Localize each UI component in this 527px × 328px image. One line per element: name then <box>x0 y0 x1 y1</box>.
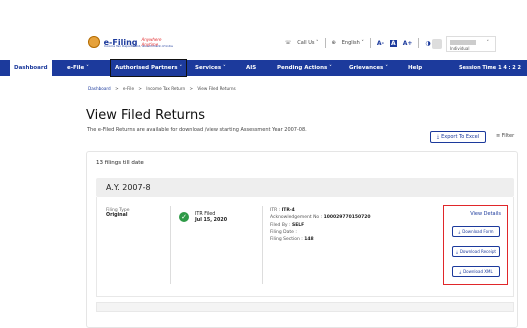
nav-services[interactable]: Services ˅ <box>195 60 226 76</box>
filing-actions: View Details ⤓ Download Form ⤓ Download … <box>443 205 508 285</box>
breadcrumb: Dashboard > e-File > Income Tax Return >… <box>88 86 239 91</box>
breadcrumb-efile[interactable]: e-File <box>123 86 134 91</box>
nav-pending-actions[interactable]: Pending Actions ˅ <box>277 60 332 76</box>
breadcrumb-separator: > <box>189 86 193 91</box>
contrast-icon[interactable]: ◑ <box>425 40 430 47</box>
avatar[interactable] <box>432 39 442 49</box>
filter-button[interactable]: ≡ Filter <box>496 133 514 139</box>
divider <box>369 38 371 48</box>
download-icon: ⤓ <box>458 229 461 234</box>
export-to-excel-button[interactable]: ⤓ Export To Excel <box>430 131 486 143</box>
nav-dashboard[interactable]: Dashboard <box>10 60 52 76</box>
site-header: e-Filing Anywhere Anytime Income Tax Dep… <box>0 0 527 58</box>
next-filing-row <box>96 302 514 312</box>
user-role: Individual <box>450 46 470 51</box>
breadcrumb-separator: > <box>138 86 142 91</box>
download-form-button[interactable]: ⤓ Download Form <box>452 226 500 237</box>
filing-status: ✓ ITR Filed Jul 15, 2020 <box>179 212 227 224</box>
page-title: View Filed Returns <box>86 108 206 123</box>
filter-icon: ≡ <box>496 133 501 139</box>
user-menu[interactable]: ˅ Individual <box>446 36 496 52</box>
call-us-dropdown[interactable]: Call Us ˅ <box>297 40 318 46</box>
ack-number: 100029770150720 <box>323 215 371 221</box>
breadcrumb-dashboard[interactable]: Dashboard <box>88 86 111 91</box>
filing-type: Filing Type Original <box>106 208 130 218</box>
itr-value: ITR-4 <box>281 208 295 213</box>
divider <box>324 38 326 48</box>
session-timer: Session Time 1 4 : 2 2 <box>458 65 521 71</box>
phone-icon: ☏ <box>285 40 292 46</box>
emblem-icon <box>88 36 100 48</box>
ay-title: A.Y. 2007-8 <box>106 183 151 192</box>
nav-efile[interactable]: e-File ˅ <box>67 60 89 76</box>
download-receipt-button[interactable]: ⤓ Download Receipt <box>452 246 500 257</box>
download-icon: ⤓ <box>459 269 462 274</box>
user-name-redacted <box>450 40 476 45</box>
font-normal-button[interactable]: A <box>390 39 397 47</box>
logo-subtext: Income Tax Department, Government of Ind… <box>104 44 173 48</box>
check-circle-icon: ✓ <box>179 212 189 222</box>
page-subtitle: The e-Filed Returns are available for do… <box>87 127 307 133</box>
filing-details: ITR : ITR-4 Acknowledgement No : 1000297… <box>270 208 371 243</box>
main-nav: Dashboard e-File ˅ Authorised Partners ˅… <box>0 59 527 77</box>
ay-header[interactable] <box>96 178 514 197</box>
font-decrease-button[interactable]: A- <box>377 40 384 47</box>
view-details-link[interactable]: View Details <box>470 211 501 217</box>
download-xml-button[interactable]: ⤓ Download XML <box>452 266 500 277</box>
nav-help[interactable]: Help <box>408 60 422 76</box>
filed-by: SELF <box>291 222 305 228</box>
divider <box>170 206 171 284</box>
breadcrumb-income-tax-return[interactable]: Income Tax Return <box>146 86 185 91</box>
status-date: Jul 15, 2020 <box>195 218 228 223</box>
globe-icon: ⊕ <box>331 40 336 46</box>
breadcrumb-current: View Filed Returns <box>197 86 236 91</box>
download-icon: ⤓ <box>436 134 440 140</box>
language-dropdown[interactable]: English ˅ <box>342 40 364 46</box>
divider <box>262 206 263 284</box>
nav-authorised-partners[interactable]: Authorised Partners ˅ <box>109 59 188 77</box>
nav-grievances[interactable]: Grievances ˅ <box>349 60 388 76</box>
font-increase-button[interactable]: A+ <box>403 40 413 47</box>
breadcrumb-separator: > <box>115 86 119 91</box>
nav-ais[interactable]: AIS <box>246 60 256 76</box>
filing-section: 148 <box>304 237 314 243</box>
header-tools: ☏ Call Us ˅ ⊕ English ˅ A- A A+ ◑ <box>285 38 431 48</box>
chevron-down-icon: ˅ <box>486 40 490 46</box>
filings-count: 13 filings till date <box>96 160 144 166</box>
download-icon: ⤓ <box>456 249 458 254</box>
divider <box>418 38 420 48</box>
